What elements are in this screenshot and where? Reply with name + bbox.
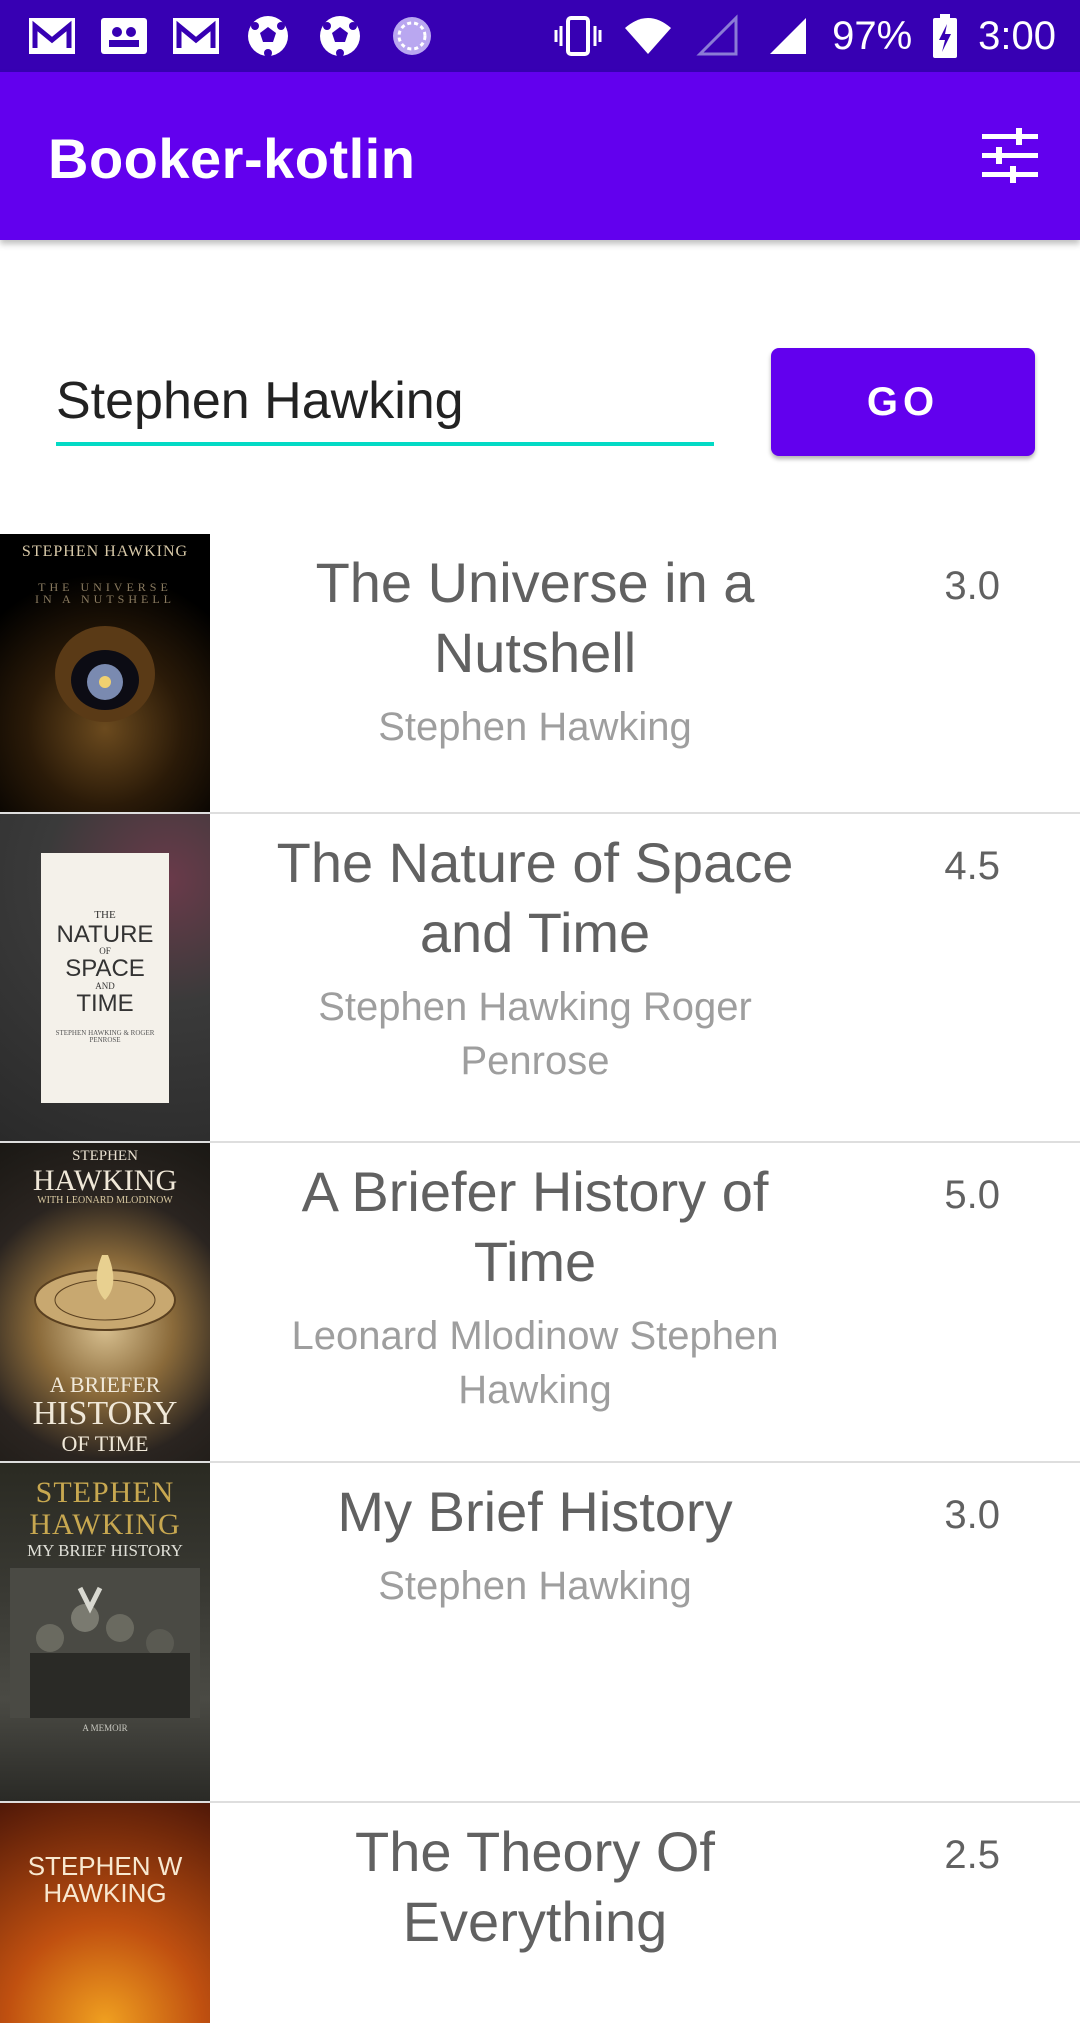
go-button[interactable]: GO bbox=[771, 348, 1035, 456]
gmail-icon bbox=[170, 14, 222, 58]
book-cover: STEPHEN HAWKING WITH LEONARD MLODINOW A … bbox=[0, 1143, 210, 1461]
cover-title: THE UNIVERSE IN A NUTSHELL bbox=[35, 579, 175, 607]
cover-authors: STEPHEN HAWKING & ROGER PENROSE bbox=[55, 1029, 155, 1045]
cover-title: A BRIEFER bbox=[49, 1372, 161, 1398]
cover-author: STEPHEN HAWKING bbox=[21, 543, 189, 560]
cover-art bbox=[55, 625, 155, 722]
cover-title-word: TIME bbox=[76, 989, 134, 1017]
book-row[interactable]: THE NATURE OF SPACE AND TIME STEPHEN HAW… bbox=[0, 814, 1080, 1143]
cover-coauthor: WITH LEONARD MLODINOW bbox=[37, 1195, 173, 1207]
cover-title-word: SPACE bbox=[65, 955, 145, 983]
book-title: The Universe in a Nutshell bbox=[315, 551, 755, 684]
book-cover: STEPHEN HAWKING THE UNIVERSE IN A NUTSHE… bbox=[0, 534, 210, 812]
cover-top: STEPHEN HAWKING WITH LEONARD MLODINOW bbox=[32, 1148, 178, 1207]
book-author: Stephen Hawking bbox=[378, 1564, 692, 1608]
signal-empty-icon bbox=[692, 14, 744, 58]
cover-panel: THE NATURE OF SPACE AND TIME STEPHEN HAW… bbox=[41, 852, 169, 1103]
gmail-icon bbox=[26, 14, 78, 58]
cover-author: HAWKING bbox=[32, 1163, 178, 1197]
cover-author: STEPHEN W bbox=[27, 1851, 183, 1881]
cover-bottom: A BRIEFER HISTORY OF TIME bbox=[33, 1373, 178, 1455]
book-info: My Brief History Stephen Hawking bbox=[250, 1477, 820, 1613]
soccer-ball-icon bbox=[242, 14, 294, 58]
book-rating: 3.0 bbox=[944, 564, 1000, 608]
cover-title: HISTORY bbox=[32, 1395, 178, 1433]
app-bar: Booker-kotlin bbox=[0, 72, 1080, 240]
book-info: The Nature of Space and Time Stephen Haw… bbox=[250, 828, 820, 1088]
clock: 3:00 bbox=[978, 13, 1056, 58]
book-title: A Briefer History of Time bbox=[301, 1160, 769, 1293]
wifi-icon bbox=[622, 14, 674, 58]
book-rating: 4.5 bbox=[944, 844, 1000, 888]
cover-title-word: THE bbox=[94, 909, 116, 922]
contacts-icon bbox=[98, 14, 150, 58]
book-info: The Theory Of Everything bbox=[250, 1817, 820, 1969]
signal-full-icon bbox=[762, 14, 814, 58]
cover-author: HAWKING bbox=[43, 1878, 167, 1909]
book-cover: STEPHEN HAWKING MY BRIEF HISTORY A MEMOI… bbox=[0, 1463, 210, 1801]
book-author: Leonard Mlodinow Stephen Hawking bbox=[291, 1314, 779, 1412]
cover-author: HAWKING bbox=[29, 1507, 181, 1541]
cover-title: OF TIME bbox=[61, 1430, 149, 1456]
book-row[interactable]: STEPHEN HAWKING WITH LEONARD MLODINOW A … bbox=[0, 1143, 1080, 1463]
book-author: Stephen Hawking Roger Penrose bbox=[318, 985, 752, 1083]
battery-charging-icon bbox=[930, 14, 960, 58]
book-list: STEPHEN HAWKING THE UNIVERSE IN A NUTSHE… bbox=[0, 534, 1080, 2023]
cover-author: STEPHEN bbox=[72, 1148, 138, 1164]
vibrate-icon bbox=[552, 14, 604, 58]
cover-subtitle: A MEMOIR bbox=[82, 1722, 128, 1733]
notification-icons bbox=[26, 12, 438, 60]
cover-photo bbox=[10, 1567, 200, 1718]
book-title: The Theory Of Everything bbox=[354, 1820, 715, 1953]
book-row[interactable]: STEPHEN HAWKING THE UNIVERSE IN A NUTSHE… bbox=[0, 534, 1080, 814]
tune-icon[interactable] bbox=[980, 126, 1040, 186]
book-cover: THE NATURE OF SPACE AND TIME STEPHEN HAW… bbox=[0, 814, 210, 1141]
soccer-ball-icon bbox=[314, 14, 366, 58]
book-title: My Brief History bbox=[337, 1480, 733, 1543]
cover-title-word: NATURE bbox=[56, 920, 154, 948]
book-rating: 5.0 bbox=[944, 1173, 1000, 1217]
book-author: Stephen Hawking bbox=[378, 705, 692, 749]
sync-icon bbox=[386, 14, 438, 58]
book-rating: 3.0 bbox=[944, 1493, 1000, 1537]
status-bar: 97% 3:00 bbox=[0, 0, 1080, 72]
book-title: The Nature of Space and Time bbox=[276, 831, 794, 964]
cover-author: STEPHEN bbox=[35, 1476, 175, 1509]
book-rating: 2.5 bbox=[944, 1833, 1000, 1877]
cover-art bbox=[34, 1254, 176, 1331]
system-status: 97% 3:00 bbox=[552, 12, 1056, 60]
book-info: The Universe in a Nutshell Stephen Hawki… bbox=[250, 548, 820, 754]
book-row[interactable]: STEPHEN HAWKING MY BRIEF HISTORY A MEMOI… bbox=[0, 1463, 1080, 1803]
search-input[interactable] bbox=[56, 360, 714, 446]
book-row[interactable]: STEPHEN W HAWKING The Theory Of Everythi… bbox=[0, 1803, 1080, 2023]
book-info: A Briefer History of Time Leonard Mlodin… bbox=[250, 1157, 820, 1417]
book-cover: STEPHEN W HAWKING bbox=[0, 1803, 210, 2023]
app-title: Booker-kotlin bbox=[48, 127, 416, 190]
cover-title: MY BRIEF HISTORY bbox=[27, 1541, 183, 1560]
battery-percent: 97% bbox=[832, 13, 913, 58]
